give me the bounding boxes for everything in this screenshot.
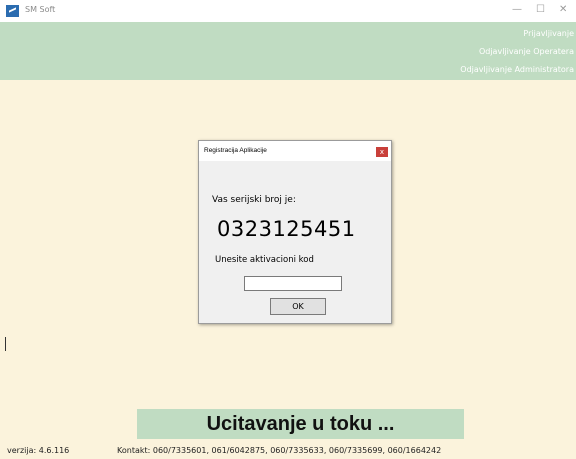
menu-item-prijavljivanje[interactable]: Prijavljivanje [523,29,574,38]
window-edge-mark [5,337,6,351]
menu-item-odjavljivanje-operatera[interactable]: Odjavljivanje Operatera [479,47,574,56]
maximize-button[interactable]: ☐ [536,4,545,16]
app-logo-icon [6,5,19,17]
minimize-button[interactable]: — [512,4,522,16]
ok-button[interactable]: OK [270,298,326,315]
menu-item-odjavljivanje-administratora[interactable]: Odjavljivanje Administratora [460,65,574,74]
serial-number: 0323125451 [217,217,356,241]
window-titlebar: SM Soft — ☐ ✕ [0,0,576,22]
dialog-close-button[interactable]: x [376,147,388,157]
menu-band: Prijavljivanje Odjavljivanje Operatera O… [0,22,576,80]
dialog-titlebar: Registracija Aplikacije x [199,141,391,161]
window-title: SM Soft [25,5,56,14]
close-window-button[interactable]: ✕ [559,4,567,16]
activation-label: Unesite aktivacioni kod [215,255,314,265]
contact-text: Kontakt: 060/7335601, 061/6042875, 060/7… [117,446,442,455]
version-text: verzija: 4.6.116 [7,446,70,455]
dialog-title: Registracija Aplikacije [204,147,267,154]
registration-dialog: Registracija Aplikacije x Vas serijski b… [198,140,392,324]
loading-status: Ucitavanje u toku ... [137,409,464,439]
serial-label: Vas serijski broj je: [212,195,296,205]
activation-code-input[interactable] [244,276,342,291]
